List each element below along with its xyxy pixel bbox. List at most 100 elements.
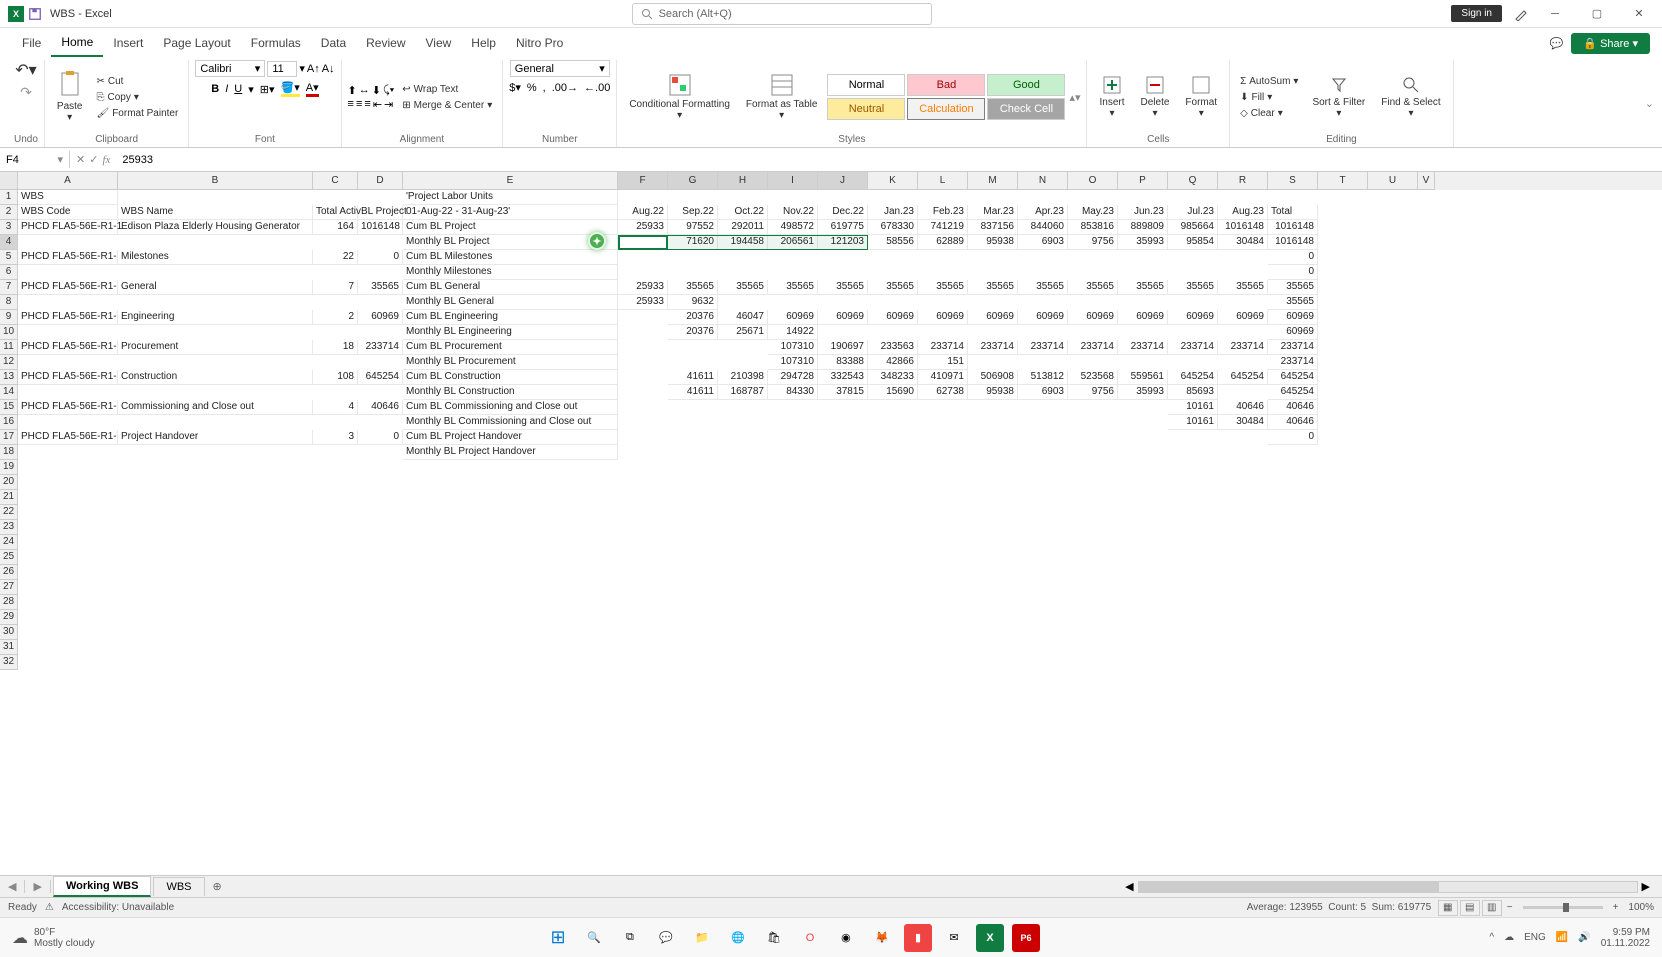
align-center[interactable]: ≡ xyxy=(356,98,362,110)
cell-G8[interactable]: 9632 xyxy=(668,295,718,310)
italic-button[interactable]: I xyxy=(225,83,228,95)
cell-K2[interactable]: Jan.23 xyxy=(868,205,918,220)
conditional-formatting-button[interactable]: Conditional Formatting▾ xyxy=(623,71,736,123)
view-page-break-button[interactable]: ▥ xyxy=(1482,900,1502,916)
cell-N4[interactable]: 6903 xyxy=(1018,235,1068,250)
insert-cells-button[interactable]: Insert▾ xyxy=(1093,73,1130,121)
p6-icon[interactable]: P6 xyxy=(1012,924,1040,952)
row-header-2[interactable]: 2 xyxy=(0,205,18,220)
cell-R7[interactable]: 35565 xyxy=(1218,280,1268,295)
cell-E12[interactable]: Monthly BL Procurement xyxy=(403,355,618,370)
app-icon-red[interactable]: ▮ xyxy=(904,924,932,952)
excel-taskbar-icon[interactable]: X xyxy=(976,924,1004,952)
cell-L11[interactable]: 233714 xyxy=(918,340,968,355)
cell-O13[interactable]: 523568 xyxy=(1068,370,1118,385)
cell-M14[interactable]: 95938 xyxy=(968,385,1018,400)
cell-J13[interactable]: 332543 xyxy=(818,370,868,385)
cell-A7[interactable]: PHCD FLA5-56E-R1- xyxy=(18,280,118,295)
col-header-J[interactable]: J xyxy=(818,172,868,190)
chat-icon[interactable]: 💬 xyxy=(652,924,680,952)
cell-A9[interactable]: PHCD FLA5-56E-R1- xyxy=(18,310,118,325)
cell-G10[interactable]: 20376 xyxy=(668,325,718,340)
cell-D3[interactable]: 1016148 xyxy=(358,220,403,235)
cell-M4[interactable]: 95938 xyxy=(968,235,1018,250)
cell-S11[interactable]: 233714 xyxy=(1268,340,1318,355)
signin-button[interactable]: Sign in xyxy=(1451,5,1502,22)
cell-A1[interactable]: WBS xyxy=(18,190,118,205)
row-header-11[interactable]: 11 xyxy=(0,340,18,355)
cell-Q9[interactable]: 60969 xyxy=(1168,310,1218,325)
cell-G9[interactable]: 20376 xyxy=(668,310,718,325)
row-header-12[interactable]: 12 xyxy=(0,355,18,370)
tray-lang-icon[interactable]: ENG xyxy=(1524,932,1546,943)
font-size-select[interactable]: 11 xyxy=(267,61,297,77)
sheet-nav-left[interactable]: ◀ xyxy=(0,880,25,893)
row-header-6[interactable]: 6 xyxy=(0,265,18,280)
align-top[interactable]: ⬆ xyxy=(348,84,357,97)
cell-Q3[interactable]: 985664 xyxy=(1168,220,1218,235)
cell-R2[interactable]: Aug.23 xyxy=(1218,205,1268,220)
row-header-17[interactable]: 17 xyxy=(0,430,18,445)
cell-C2[interactable]: Total Activ xyxy=(313,205,358,220)
cell-R16[interactable]: 30484 xyxy=(1218,415,1268,430)
minimize-button[interactable]: ─ xyxy=(1540,8,1570,20)
cell-J14[interactable]: 37815 xyxy=(818,385,868,400)
cell-O7[interactable]: 35565 xyxy=(1068,280,1118,295)
cell-G2[interactable]: Sep.22 xyxy=(668,205,718,220)
cell-S3[interactable]: 1016148 xyxy=(1268,220,1318,235)
cell-I9[interactable]: 60969 xyxy=(768,310,818,325)
cell-I12[interactable]: 107310 xyxy=(768,355,818,370)
col-header-K[interactable]: K xyxy=(868,172,918,190)
add-sheet-button[interactable]: ⊕ xyxy=(205,878,230,895)
format-painter-button[interactable]: 🖌 Format Painter xyxy=(92,106,182,121)
cell-Q13[interactable]: 645254 xyxy=(1168,370,1218,385)
hscroll-right[interactable]: ▶ xyxy=(1638,880,1654,893)
task-view-icon[interactable]: ⧉ xyxy=(616,924,644,952)
cell-H14[interactable]: 168787 xyxy=(718,385,768,400)
cell-B9[interactable]: Engineering xyxy=(118,310,313,325)
col-header-R[interactable]: R xyxy=(1218,172,1268,190)
cell-E16[interactable]: Monthly BL Commissioning and Close out xyxy=(403,415,618,430)
cell-N9[interactable]: 60969 xyxy=(1018,310,1068,325)
cell-I2[interactable]: Nov.22 xyxy=(768,205,818,220)
fx-icon[interactable]: fx xyxy=(102,154,110,166)
cell-E14[interactable]: Monthly BL Construction xyxy=(403,385,618,400)
search-input[interactable]: Search (Alt+Q) xyxy=(632,3,932,25)
cell-K7[interactable]: 35565 xyxy=(868,280,918,295)
select-all-corner[interactable] xyxy=(0,172,18,190)
cell-J11[interactable]: 190697 xyxy=(818,340,868,355)
cell-F2[interactable]: Aug.22 xyxy=(618,205,668,220)
dec-decimal[interactable]: ←.00 xyxy=(584,82,610,94)
cell-B7[interactable]: General xyxy=(118,280,313,295)
cell-A2[interactable]: WBS Code xyxy=(18,205,118,220)
cell-O14[interactable]: 9756 xyxy=(1068,385,1118,400)
cell-L2[interactable]: Feb.23 xyxy=(918,205,968,220)
save-icon[interactable] xyxy=(28,7,42,21)
opera-icon[interactable]: O xyxy=(796,924,824,952)
row-header-32[interactable]: 32 xyxy=(0,655,18,670)
cell-O3[interactable]: 853816 xyxy=(1068,220,1118,235)
cell-P14[interactable]: 35993 xyxy=(1118,385,1168,400)
cell-S12[interactable]: 233714 xyxy=(1268,355,1318,370)
row-header-10[interactable]: 10 xyxy=(0,325,18,340)
cell-M2[interactable]: Mar.23 xyxy=(968,205,1018,220)
cell-B17[interactable]: Project Handover xyxy=(118,430,313,445)
cell-R9[interactable]: 60969 xyxy=(1218,310,1268,325)
row-header-24[interactable]: 24 xyxy=(0,535,18,550)
wrap-text-button[interactable]: ↩ Wrap Text xyxy=(398,82,496,97)
cell-P9[interactable]: 60969 xyxy=(1118,310,1168,325)
cell-K13[interactable]: 348233 xyxy=(868,370,918,385)
cell-E11[interactable]: Cum BL Procurement xyxy=(403,340,618,355)
view-normal-button[interactable]: ▦ xyxy=(1438,900,1458,916)
cell-L12[interactable]: 151 xyxy=(918,355,968,370)
row-header-25[interactable]: 25 xyxy=(0,550,18,565)
col-header-M[interactable]: M xyxy=(968,172,1018,190)
cell-K4[interactable]: 58556 xyxy=(868,235,918,250)
cell-F4[interactable]: 25933 xyxy=(618,235,668,250)
cell-I11[interactable]: 107310 xyxy=(768,340,818,355)
row-header-30[interactable]: 30 xyxy=(0,625,18,640)
cell-I13[interactable]: 294728 xyxy=(768,370,818,385)
cell-S9[interactable]: 60969 xyxy=(1268,310,1318,325)
cell-C5[interactable]: 22 xyxy=(313,250,358,265)
col-header-O[interactable]: O xyxy=(1068,172,1118,190)
